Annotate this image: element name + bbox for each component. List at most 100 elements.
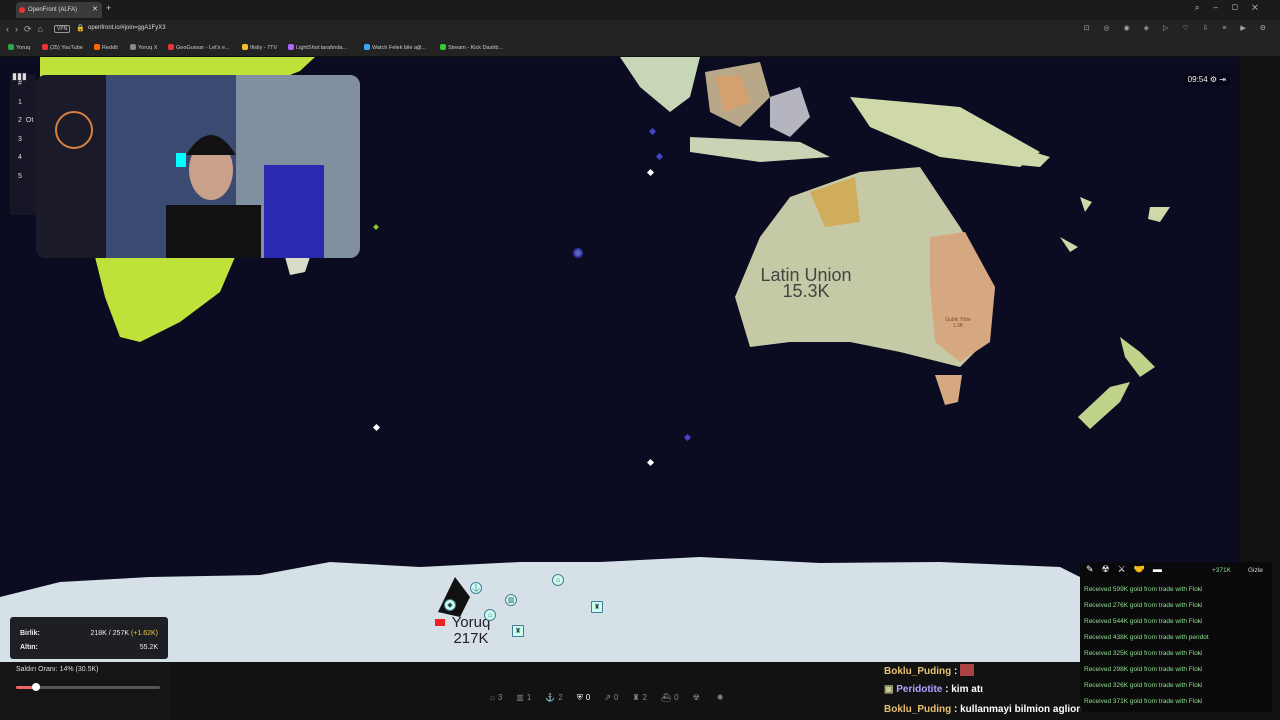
browser-tab[interactable]: OpenFront (ALFA) ✕: [16, 2, 102, 18]
browser-tabbar: OpenFront (ALFA) ✕ + ⌕–▢✕: [0, 0, 1280, 20]
bookmark-label: (25) YouTube: [50, 45, 83, 51]
city-icon: ⌂: [490, 693, 495, 702]
defense-icon[interactable]: ◆: [444, 599, 456, 611]
small-tribe-label[interactable]: Gubik Tribe 1.3K: [930, 317, 986, 329]
events-panel: ✎☢⚔🤝▬ +371K Gizle Received 599K gold fro…: [1080, 562, 1272, 712]
event-row: Received 544K gold from trade with Floki: [1084, 618, 1203, 625]
bookmark-item[interactable]: Watch Felek bile aĝl...: [364, 44, 426, 51]
city-build-button[interactable]: ⌂ 3: [490, 693, 502, 702]
leaderboard-row[interactable]: 5: [10, 168, 36, 187]
bookmark-item[interactable]: Stream - Kick Dashb...: [440, 44, 503, 51]
warship-build-button[interactable]: ⛴ 0: [661, 693, 679, 702]
exit-icon[interactable]: ⇥: [1219, 75, 1226, 84]
event-filter-icons[interactable]: ✎☢⚔🤝▬: [1086, 564, 1170, 575]
event-row: Received 276K gold from trade with Floki: [1084, 602, 1203, 609]
port-icon[interactable]: ⚓: [470, 582, 482, 594]
gold-value: 55.2K: [139, 644, 158, 651]
enemy-unit-icon[interactable]: [573, 248, 583, 258]
bookmark-item[interactable]: Ifisliy - 7TV: [242, 44, 277, 51]
leaderboard-rank: 1: [18, 98, 22, 106]
city-icon[interactable]: ⌂: [552, 574, 564, 586]
sulawesi-land: [770, 87, 810, 137]
attack-ratio-slider[interactable]: [16, 683, 160, 691]
missile-silo-build-button[interactable]: ⇗ 0: [604, 693, 618, 702]
leaderboard-toggle-icon[interactable]: ▮▮▮: [12, 71, 27, 82]
chat-message: Boklu_Puding :: [884, 664, 975, 677]
factory-icon[interactable]: ▥: [505, 594, 517, 606]
port-icon: ⚓: [545, 693, 556, 702]
small-tribe-value: 1.3K: [952, 323, 964, 329]
bookmark-label: LightShot tarafında...: [296, 45, 348, 51]
bookmark-icon: [130, 44, 136, 50]
close-tab-icon[interactable]: ✕: [92, 2, 98, 18]
window-controls[interactable]: ⌕–▢✕: [1195, 3, 1272, 13]
chat-username: Boklu_Puding: [884, 666, 952, 677]
chat-username: Peridotite: [896, 684, 943, 695]
build-count: 2: [558, 693, 563, 702]
nav-buttons[interactable]: ‹›⟳⌂: [6, 24, 49, 35]
island: [1148, 207, 1170, 222]
troops-delta: (+1.62K): [130, 630, 158, 637]
turkey-flag-icon: [435, 619, 445, 626]
bookmark-item[interactable]: LightShot tarafında...: [288, 44, 347, 51]
nz-south: [1078, 382, 1130, 429]
sam-icon: ♜: [632, 693, 640, 702]
sam-icon[interactable]: ♜: [591, 601, 603, 613]
opera-icon: [19, 7, 25, 13]
new-tab-icon[interactable]: +: [106, 3, 111, 13]
bookmark-label: Yoruq: [16, 45, 31, 51]
mirv-build-button[interactable]: ✺: [717, 693, 727, 702]
defense-icon: ⛨: [576, 693, 583, 702]
url-field[interactable]: openfront.io/#join=ggA1FyX3: [88, 25, 166, 31]
leaderboard-row[interactable]: 3: [10, 131, 36, 150]
latin-union-label[interactable]: Latin Union 15.3K: [738, 266, 874, 301]
bookmark-item[interactable]: Reddit: [94, 44, 118, 51]
city-icon[interactable]: ⌂: [484, 609, 496, 621]
browser-toolbar-icons[interactable]: ⊡ ◎ ◉ ◈ ▷ ♡ ⇩ ≡ ▶ ⚙: [1084, 24, 1272, 32]
slider-knob[interactable]: [32, 683, 41, 691]
webcam-image: [36, 75, 360, 258]
port-build-button[interactable]: ⚓ 2: [545, 693, 562, 702]
chat-separator: :: [951, 666, 961, 677]
attack-ratio-label: Saldırı Oranı: 14% (30.5K): [16, 666, 99, 673]
tasmania-land: [935, 375, 962, 405]
chat-text: kim atı: [951, 684, 983, 695]
tab-title: OpenFront (ALFA): [28, 7, 78, 13]
event-row: Received 371K gold from trade with Floki: [1084, 698, 1203, 705]
sam-build-button[interactable]: ♜ 2: [632, 693, 647, 702]
bookmark-icon: [440, 44, 446, 50]
latin-union-value: 15.3K: [782, 281, 830, 301]
bookmark-item[interactable]: Yoruq X: [130, 44, 157, 51]
bookmark-icon: [8, 44, 14, 50]
leaderboard-rank: 3: [18, 135, 22, 143]
game-map[interactable]: Latin Union 15.3K Gubik Tribe 1.3K Yoruq…: [0, 57, 1240, 662]
emote-icon: [960, 664, 975, 676]
settings-icon[interactable]: ⚙: [1210, 75, 1217, 84]
event-row: Received 438K gold from trade with perid…: [1084, 634, 1209, 641]
lock-icon: 🔒: [76, 25, 85, 32]
build-count: 0: [585, 693, 591, 702]
nuke-build-button[interactable]: ☢: [693, 693, 703, 702]
chat-separator: :: [942, 684, 952, 695]
factory-icon: ▥: [516, 693, 524, 702]
sam-icon[interactable]: ♜: [512, 625, 524, 637]
streamer-webcam: [36, 75, 360, 258]
bookmark-icon: [242, 44, 248, 50]
leaderboard-row[interactable]: 2 Ot: [10, 112, 36, 131]
bookmark-item[interactable]: GeoGuessr - Let's e...: [168, 44, 230, 51]
hide-button[interactable]: Gizle: [1248, 567, 1263, 574]
nz-north: [1120, 337, 1155, 377]
leaderboard-row[interactable]: 4: [10, 149, 36, 168]
island: [1060, 237, 1078, 252]
gold-label: Altın:: [20, 644, 38, 651]
gold-total: +371K: [1212, 567, 1231, 574]
factory-build-button[interactable]: ▥ 1: [516, 693, 531, 702]
vpn-badge[interactable]: VPN: [54, 25, 71, 33]
bookmark-item[interactable]: (25) YouTube: [42, 44, 83, 51]
mirv-icon: ✺: [716, 693, 724, 702]
bookmark-icon: [288, 44, 294, 50]
bookmark-label: GeoGuessr - Let's e...: [176, 45, 230, 51]
defense-build-button[interactable]: ⛨ 0: [577, 693, 590, 702]
leaderboard-row[interactable]: 1: [10, 94, 36, 113]
bookmark-item[interactable]: Yoruq: [8, 44, 30, 51]
